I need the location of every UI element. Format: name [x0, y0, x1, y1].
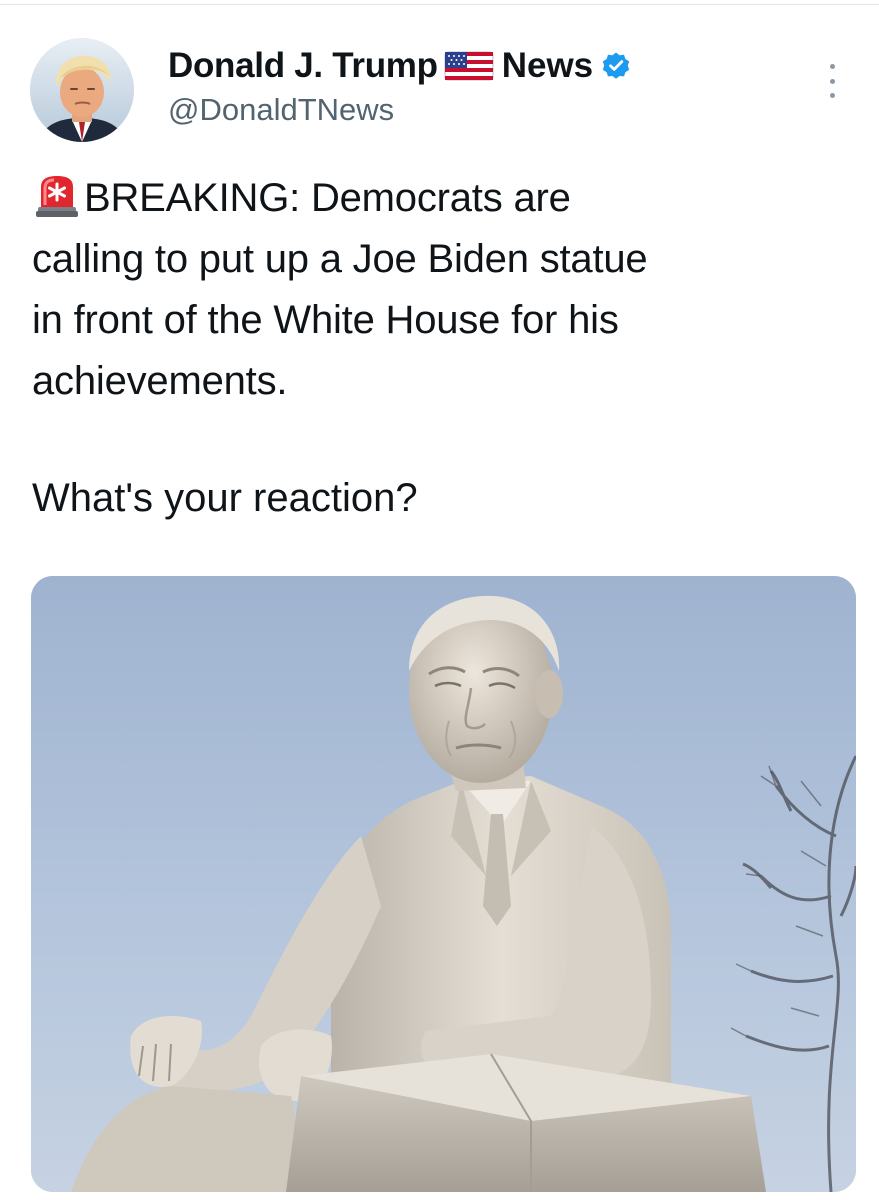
tweet-text: BREAKING: Democrats are calling to put u… — [32, 168, 852, 412]
tweet-question: What's your reaction? — [32, 476, 418, 520]
more-dot-icon — [829, 64, 835, 69]
more-dot-icon — [829, 78, 835, 84]
author-handle[interactable]: @DonaldTNews — [168, 92, 394, 128]
rotating-light-icon — [32, 173, 82, 219]
avatar[interactable] — [30, 38, 134, 142]
more-options-button[interactable] — [818, 58, 846, 104]
tweet-line-1: BREAKING: Democrats are — [84, 176, 571, 220]
tweet-text-line: BREAKING: Democrats are — [32, 168, 852, 229]
statue-photo — [31, 576, 856, 1192]
author-name-row[interactable]: Donald J. Trump News — [168, 44, 631, 88]
verified-badge-icon[interactable] — [601, 51, 631, 81]
author-name-suffix[interactable]: News — [502, 46, 593, 86]
top-divider — [0, 4, 879, 5]
tweet-line-4: achievements. — [32, 359, 288, 403]
media-image[interactable] — [31, 576, 856, 1192]
tweet-line-2: calling to put up a Joe Biden statue — [32, 237, 648, 281]
us-flag-icon — [444, 50, 494, 82]
author-display-name[interactable]: Donald J. Trump — [168, 46, 438, 86]
tweet-line-3: in front of the White House for his — [32, 298, 619, 342]
more-dot-icon — [829, 93, 835, 98]
